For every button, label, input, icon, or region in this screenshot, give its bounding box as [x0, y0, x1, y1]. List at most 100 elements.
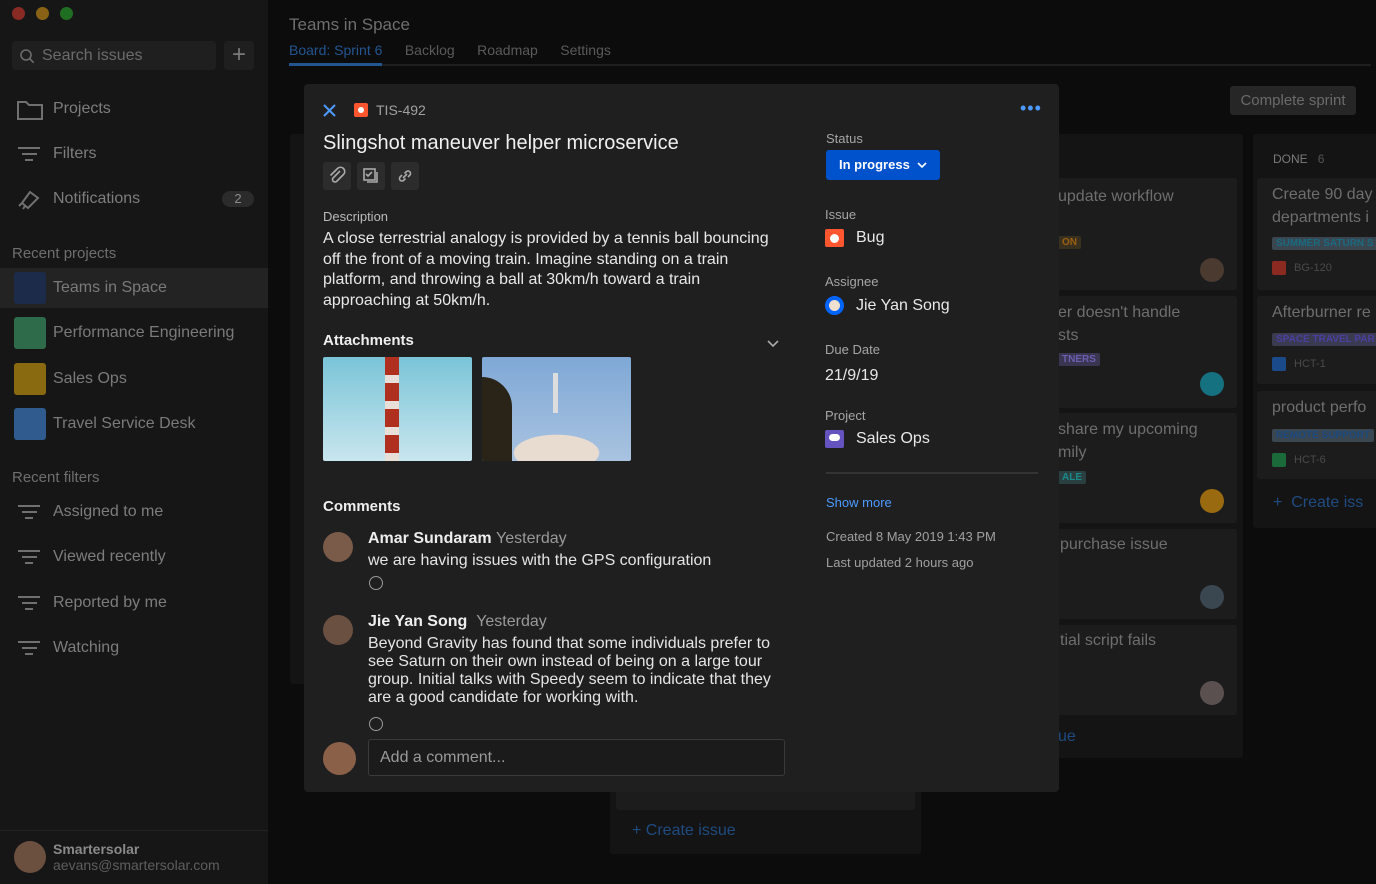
sidebar-filter-assigned[interactable]: Assigned to me [0, 493, 268, 531]
tab-board[interactable]: Board: Sprint 6 [289, 42, 383, 66]
sidebar-project-teams-in-space[interactable]: Teams in Space [0, 268, 268, 308]
sidebar: Search issues + Projects Filters Notific… [0, 0, 268, 884]
complete-sprint-button[interactable]: Complete sprint [1230, 86, 1356, 115]
show-more-link[interactable]: Show more [826, 495, 892, 510]
add-reaction-icon[interactable] [369, 717, 383, 731]
board-card[interactable]: Create 90 day departments i SUMMER SATURN … [1257, 178, 1376, 290]
board-card[interactable]: Afterburner re SPACE TRAVEL PAR HCT-1 [1257, 296, 1376, 384]
page-title: Teams in Space [289, 15, 410, 34]
tab-backlog[interactable]: Backlog [405, 42, 455, 58]
card-title-line2: mily [1058, 444, 1087, 461]
issue-title[interactable]: Slingshot maneuver helper microservice [323, 132, 679, 155]
card-title: Afterburner re [1272, 304, 1371, 321]
sidebar-item-filters[interactable]: Filters [0, 135, 268, 173]
sidebar-project-sales-ops[interactable]: Sales Ops [0, 359, 268, 399]
tab-roadmap[interactable]: Roadmap [477, 42, 538, 58]
recent-projects-heading: Recent projects [12, 245, 117, 262]
filter-label: Reported by me [53, 594, 167, 611]
filter-label: Assigned to me [53, 503, 164, 520]
link-issue-button[interactable] [391, 162, 419, 190]
sidebar-item-notifications[interactable]: Notifications 2 [0, 180, 268, 218]
tab-settings[interactable]: Settings [560, 42, 611, 58]
board-card[interactable]: product perfo REMOTE SUPPORT HCT-6 [1257, 391, 1376, 479]
board-card[interactable]: purchase issue [1040, 529, 1237, 619]
description-label: Description [323, 209, 389, 224]
project-avatar-rocket-icon [14, 272, 46, 304]
card-epic-lozenge: SPACE TRAVEL PAR [1272, 333, 1376, 346]
chevron-down-icon[interactable] [767, 340, 779, 348]
create-issue-button[interactable]: + Create iss [1273, 494, 1363, 512]
description-text[interactable]: A close terrestrial analogy is provided … [323, 229, 783, 311]
board-card[interactable]: share my upcoming mily ALE [1040, 413, 1237, 523]
attach-button[interactable] [323, 162, 351, 190]
column-count: 6 [1317, 152, 1325, 166]
window-maximize-button[interactable] [60, 7, 73, 20]
chevron-down-icon [917, 162, 927, 169]
user-email: aevans@smartersolar.com [53, 857, 220, 873]
comment-author-avatar [323, 532, 353, 562]
more-options-icon[interactable]: ••• [1020, 98, 1042, 119]
sidebar-project-performance-engineering[interactable]: Performance Engineering [0, 313, 268, 353]
plus-icon: + [632, 822, 646, 839]
column-title: DONE [1273, 152, 1308, 166]
search-icon [20, 49, 34, 63]
board-card[interactable]: update workflow ON [1040, 178, 1237, 290]
issue-key: BG-120 [1294, 262, 1332, 274]
attachment-thumbnail-rocket[interactable] [482, 357, 631, 461]
add-reaction-icon[interactable] [369, 576, 383, 590]
updated-timestamp: Last updated 2 hours ago [826, 555, 974, 570]
create-issue-button[interactable]: + Create issue [632, 822, 736, 840]
card-epic-lozenge: ON [1058, 236, 1081, 249]
bug-icon [825, 229, 844, 247]
create-issue-button[interactable]: ue [1058, 728, 1076, 746]
issue-type-value[interactable]: Bug [856, 229, 884, 247]
status-label: Status [826, 131, 863, 146]
filter-icon [18, 550, 40, 564]
sidebar-project-travel-service-desk[interactable]: Travel Service Desk [0, 404, 268, 444]
filter-icon [18, 505, 40, 519]
comment-author[interactable]: Amar Sundaram [368, 530, 492, 547]
notification-count-badge: 2 [222, 191, 254, 207]
issue-key-link[interactable]: TIS-492 [376, 102, 426, 118]
comment-body: Beyond Gravity has found that some indiv… [368, 635, 771, 706]
card-title: update workflow [1058, 188, 1174, 205]
board-card[interactable]: er doesn't handle sts TNERS [1040, 296, 1237, 408]
create-button[interactable]: + [224, 41, 254, 70]
window-minimize-button[interactable] [36, 7, 49, 20]
link-icon [398, 170, 412, 182]
window-close-button[interactable] [12, 7, 25, 20]
card-title: product perfo [1272, 399, 1367, 416]
project-cloud-icon [825, 430, 844, 448]
close-icon[interactable] [323, 104, 336, 117]
project-value[interactable]: Sales Ops [856, 430, 930, 448]
project-label: Performance Engineering [53, 324, 235, 341]
card-title: share my upcoming [1058, 421, 1198, 438]
filter-label: Viewed recently [53, 548, 166, 565]
sidebar-filter-reported[interactable]: Reported by me [0, 584, 268, 622]
current-user[interactable]: Smartersolar aevans@smartersolar.com [0, 830, 268, 884]
sidebar-filter-viewed[interactable]: Viewed recently [0, 538, 268, 576]
sidebar-item-projects[interactable]: Projects [0, 90, 268, 128]
assignee-avatar [825, 296, 844, 315]
project-label: Sales Ops [53, 370, 127, 387]
current-user-avatar [323, 742, 356, 775]
add-subtask-button[interactable] [357, 162, 385, 190]
board-card[interactable]: tial script fails [1040, 625, 1237, 715]
add-comment-input[interactable]: Add a comment... [368, 739, 785, 776]
filter-icon [18, 641, 40, 655]
attachment-thumbnail-tower[interactable] [323, 357, 472, 461]
project-label: Teams in Space [53, 279, 167, 296]
card-epic-lozenge: REMOTE SUPPORT [1272, 429, 1374, 442]
assignee-value[interactable]: Jie Yan Song [856, 297, 950, 315]
user-name: Smartersolar [53, 841, 140, 857]
comment-author[interactable]: Jie Yan Song [368, 613, 467, 630]
assignee-avatar [1200, 258, 1224, 282]
status-dropdown[interactable]: In progress [826, 150, 940, 180]
create-issue-label: Create issue [645, 822, 736, 839]
comment: Amar Sundaram Yesterday we are having is… [323, 530, 783, 600]
card-epic-lozenge: ALE [1058, 471, 1086, 484]
sidebar-filter-watching[interactable]: Watching [0, 629, 268, 667]
due-date-value[interactable]: 21/9/19 [825, 367, 878, 385]
search-input[interactable]: Search issues [12, 41, 216, 70]
created-timestamp: Created 8 May 2019 1:43 PM [826, 529, 996, 544]
